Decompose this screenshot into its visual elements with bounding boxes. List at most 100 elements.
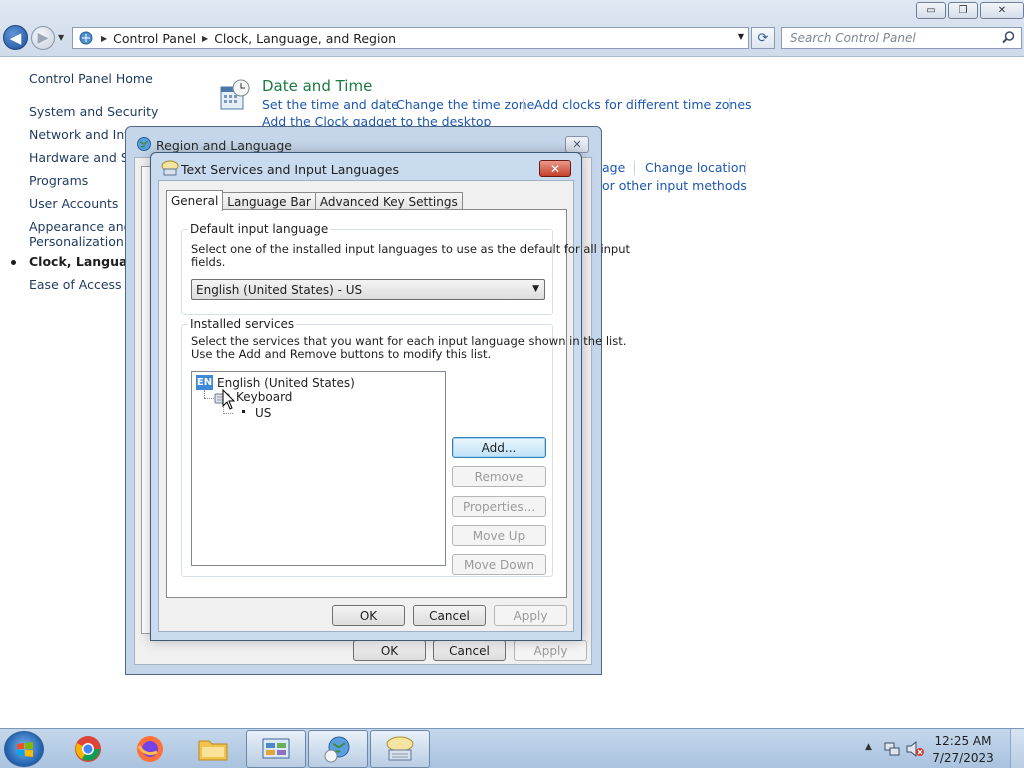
nav-system-security[interactable]: System and Security xyxy=(29,104,158,119)
default-input-description-2: fields. xyxy=(191,255,226,269)
recent-pages-dropdown[interactable]: ▼ xyxy=(58,33,64,42)
current-item-bullet xyxy=(11,260,16,265)
window-caption-buttons: ▭ ❐ ✕ xyxy=(916,2,1024,19)
date-time-heading[interactable]: Date and Time xyxy=(262,77,372,95)
address-bar[interactable]: ▶ Control Panel ▶ Clock, Language, and R… xyxy=(72,27,749,49)
tree-connector xyxy=(223,413,233,414)
tree-us-layout[interactable]: US xyxy=(255,406,271,420)
breadcrumb-separator-icon[interactable]: ▶ xyxy=(202,34,208,43)
search-icon[interactable] xyxy=(1001,30,1016,45)
control-panel-icon xyxy=(79,31,93,45)
maximize-button[interactable]: ❐ xyxy=(948,2,978,19)
nav-appearance-line2[interactable]: Personalization xyxy=(29,234,124,249)
chrome-taskbar-button[interactable] xyxy=(58,730,118,768)
clock-time[interactable]: 12:25 AM xyxy=(928,734,998,748)
refresh-button[interactable]: ⟳ xyxy=(751,27,775,49)
chrome-icon xyxy=(75,736,101,762)
region-cancel-button[interactable]: Cancel xyxy=(433,640,506,661)
control-panel-taskbar-icon xyxy=(262,738,290,759)
change-time-zone-link[interactable]: Change the time zone xyxy=(396,97,534,112)
default-input-language-group: Default input language Select one of the… xyxy=(181,222,630,315)
region-language-taskbar-button[interactable] xyxy=(308,730,368,768)
region-apply-button[interactable]: Apply xyxy=(514,640,587,661)
region-dialog-title: Region and Language xyxy=(156,138,292,153)
nav-ease-of-access[interactable]: Ease of Access xyxy=(29,277,122,292)
tree-leaf-bullet xyxy=(242,410,245,413)
calendar-clock-icon xyxy=(220,79,250,110)
tab-general[interactable]: General xyxy=(166,190,224,211)
text-services-dialog-title: Text Services and Input Languages xyxy=(181,162,399,177)
move-down-button[interactable]: Move Down xyxy=(452,554,546,575)
tree-language-label: English (United States) xyxy=(217,375,355,390)
tree-connector xyxy=(204,390,205,398)
network-icon[interactable] xyxy=(883,740,901,758)
address-dropdown-icon[interactable]: ▼ xyxy=(738,32,744,41)
link-divider xyxy=(634,161,635,175)
nav-programs[interactable]: Programs xyxy=(29,173,88,188)
default-input-language-select[interactable]: English (United States) - US ▼ xyxy=(191,279,545,300)
clock-date[interactable]: 7/27/2023 xyxy=(928,751,998,765)
link-divider xyxy=(745,161,746,175)
general-tab-panel: Default input language Select one of the… xyxy=(166,209,630,598)
control-panel-home-link[interactable]: Control Panel Home xyxy=(29,71,153,86)
text-services-taskbar-button[interactable] xyxy=(370,730,430,768)
tree-item-english[interactable]: EN English (United States) xyxy=(196,375,355,390)
show-desktop-button[interactable] xyxy=(1010,729,1024,768)
ts-ok-button[interactable]: OK xyxy=(332,605,405,626)
close-button[interactable]: ✕ xyxy=(980,2,1024,19)
installed-services-description-2: Use the Add and Remove buttons to modify… xyxy=(191,347,492,361)
search-placeholder: Search Control Panel xyxy=(790,31,916,45)
set-time-date-link[interactable]: Set the time and date xyxy=(262,97,399,112)
installed-services-group: Installed services Select the services t… xyxy=(181,317,626,577)
installed-services-tree[interactable]: EN English (United States) Keyboard US xyxy=(191,371,446,566)
taskbar: ▲ 12:25 AM 7/27/2023 xyxy=(0,728,1024,768)
globe-icon xyxy=(137,137,151,151)
text-services-dialog: Text Services and Input Languages ✕ Gene… xyxy=(150,152,630,641)
keyboard-bubble-taskbar-icon xyxy=(386,736,414,761)
move-up-button[interactable]: Move Up xyxy=(452,525,546,546)
default-input-description-1: Select one of the installed input langua… xyxy=(191,242,631,256)
region-ok-button[interactable]: OK xyxy=(353,640,426,661)
show-hidden-icons-button[interactable]: ▲ xyxy=(865,742,872,752)
mouse-cursor-icon xyxy=(222,389,236,410)
text-services-close-button[interactable]: ✕ xyxy=(539,160,571,177)
chevron-down-icon[interactable]: ▼ xyxy=(532,284,539,294)
tab-strip: General Language Bar Advanced Key Settin… xyxy=(166,190,463,211)
control-panel-taskbar-button[interactable] xyxy=(246,730,306,768)
firefox-taskbar-button[interactable] xyxy=(120,730,180,768)
ts-apply-button[interactable]: Apply xyxy=(494,605,567,626)
tree-keyboard-label[interactable]: Keyboard xyxy=(236,390,292,404)
explorer-taskbar-button[interactable] xyxy=(183,730,243,768)
ts-cancel-button[interactable]: Cancel xyxy=(413,605,486,626)
change-language-link-partial[interactable]: age xyxy=(602,160,625,175)
link-divider xyxy=(523,98,524,112)
breadcrumb-control-panel[interactable]: Control Panel xyxy=(113,31,196,46)
nav-appearance-line1[interactable]: Appearance and xyxy=(29,219,132,234)
properties-button[interactable]: Properties... xyxy=(452,496,546,517)
add-clocks-link[interactable]: Add clocks for different time zones xyxy=(534,97,752,112)
nav-user-accounts[interactable]: User Accounts xyxy=(29,196,118,211)
link-divider xyxy=(729,98,730,112)
add-service-button[interactable]: Add... xyxy=(452,437,546,458)
minimize-button[interactable]: ▭ xyxy=(916,2,946,19)
en-language-icon: EN xyxy=(196,375,213,390)
change-location-link[interactable]: Change location xyxy=(645,160,746,175)
forward-button[interactable]: ▶ xyxy=(31,26,55,50)
windows-logo-icon xyxy=(17,742,33,757)
installed-services-legend: Installed services xyxy=(188,317,297,331)
keyboard-bubble-icon xyxy=(161,160,179,176)
region-dialog-close-button[interactable]: ✕ xyxy=(565,136,589,153)
text-services-body: General Language Bar Advanced Key Settin… xyxy=(158,180,630,632)
breadcrumb-separator-icon[interactable]: ▶ xyxy=(101,34,107,43)
back-button[interactable]: ◀ xyxy=(3,25,28,50)
input-methods-link-partial[interactable]: or other input methods xyxy=(602,178,747,193)
globe-clock-icon xyxy=(324,736,350,763)
folder-icon xyxy=(198,740,228,761)
search-input[interactable]: Search Control Panel xyxy=(781,27,1022,49)
volume-muted-icon[interactable] xyxy=(905,740,925,758)
remove-service-button[interactable]: Remove xyxy=(452,466,546,487)
explorer-toolbar: ▭ ❐ ✕ ◀ ▶ ▼ ▶ Control Panel ▶ Clock, Lan… xyxy=(0,0,1024,57)
breadcrumb-clock-language-region[interactable]: Clock, Language, and Region xyxy=(214,31,396,46)
link-divider xyxy=(385,98,386,112)
start-button[interactable] xyxy=(4,731,44,767)
